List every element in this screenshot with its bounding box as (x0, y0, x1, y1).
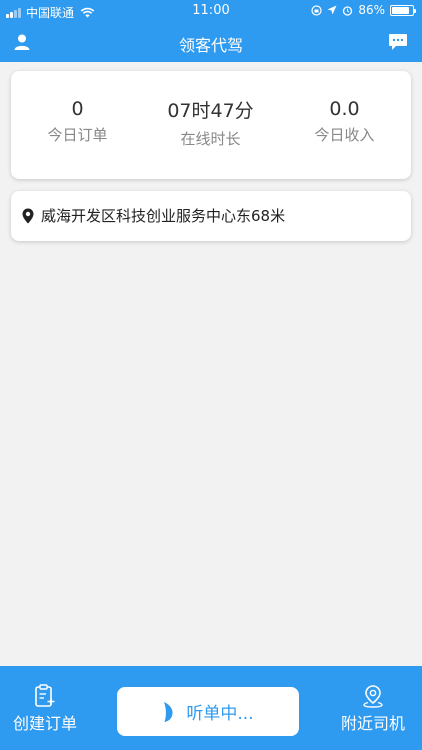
listening-button[interactable]: 听单中... (117, 687, 299, 736)
stats-card: 0 今日订单 07时47分 在线时长 0.0 今日收入 (11, 71, 411, 179)
message-icon[interactable] (388, 33, 408, 51)
nearby-drivers-button[interactable]: 附近司机 (328, 684, 418, 734)
nearby-drivers-label: 附近司机 (340, 714, 405, 733)
today-orders-stat[interactable]: 0 今日订单 (11, 97, 144, 145)
rotation-lock-icon (311, 4, 322, 16)
location-arrow-icon (327, 5, 337, 15)
status-bar: 中国联通 11:00 86% (0, 0, 422, 22)
create-order-label: 创建订单 (12, 714, 77, 733)
battery-percent: 86% (358, 3, 385, 17)
page-title: 领客代驾 (178, 36, 243, 55)
clipboard-add-icon (35, 684, 55, 707)
listening-label: 听单中... (186, 704, 254, 724)
create-order-button[interactable]: 创建订单 (0, 684, 90, 734)
status-right: 86% (311, 3, 416, 17)
alarm-icon (343, 5, 353, 16)
location-card[interactable]: 威海开发区科技创业服务中心东68米 (11, 191, 411, 241)
online-duration-value: 07时47分 (167, 100, 254, 122)
online-duration-stat[interactable]: 07时47分 在线时长 (144, 99, 277, 149)
bottom-bar: 创建订单 听单中... 附近司机 (0, 666, 422, 750)
battery-icon (390, 4, 416, 16)
today-orders-value: 0 (71, 98, 84, 120)
map-pin-icon (363, 685, 383, 708)
today-income-stat[interactable]: 0.0 今日收入 (278, 97, 411, 145)
nav-bar: 领客代驾 (0, 22, 422, 62)
leaf-icon (164, 701, 173, 722)
current-location-text: 威海开发区科技创业服务中心东68米 (41, 207, 286, 225)
today-income-label: 今日收入 (314, 126, 375, 144)
today-income-value: 0.0 (329, 98, 360, 120)
location-pin-icon (22, 208, 34, 224)
today-orders-label: 今日订单 (47, 126, 108, 144)
battery-fill (392, 6, 410, 14)
online-duration-label: 在线时长 (180, 130, 241, 148)
